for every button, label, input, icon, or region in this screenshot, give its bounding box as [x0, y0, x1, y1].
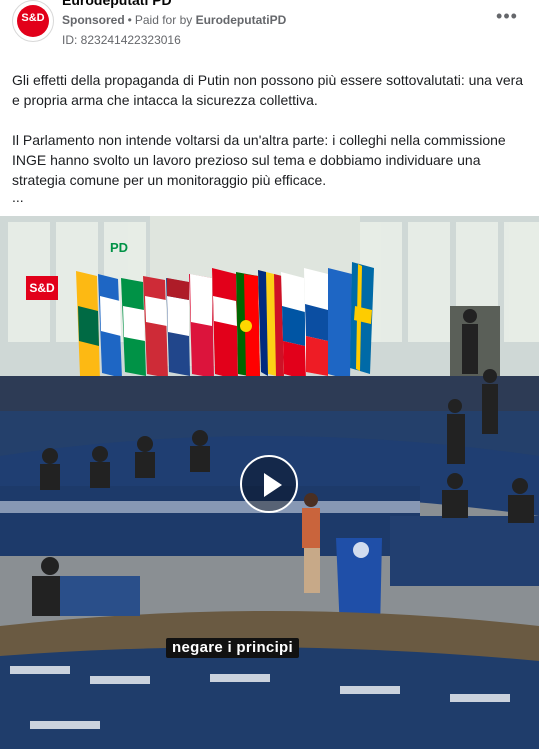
post-paragraph-2: Il Parlamento non intende voltarsi da un…	[12, 132, 506, 188]
post-header: S&D Eurodeputati PD Sponsored • Paid for b…	[0, 0, 539, 56]
play-button[interactable]	[240, 455, 298, 513]
separator-dot: •	[127, 13, 132, 27]
sponsored-label: Sponsored	[62, 13, 125, 27]
paid-for-by-name[interactable]: EurodeputatiPD	[196, 13, 287, 27]
avatar-logo-text: S&D	[21, 12, 45, 24]
sd-logo: S&D	[26, 276, 58, 300]
page-avatar[interactable]: S&D	[12, 0, 54, 42]
video-caption: negare i principi	[166, 638, 299, 658]
page-name-link[interactable]: Eurodeputati PD	[62, 0, 172, 8]
ad-id: ID: 823241422323016	[62, 33, 181, 47]
video-player[interactable]: S&D PD negare i principi	[0, 216, 539, 749]
more-options-button[interactable]: •••	[495, 6, 519, 30]
play-icon	[264, 473, 282, 497]
sponsor-line: Sponsored • Paid for by EurodeputatiPD	[62, 13, 286, 27]
see-more-ellipsis[interactable]: ...	[12, 189, 24, 205]
pd-logo: PD	[110, 240, 129, 255]
post-body: Gli effetti della propaganda di Putin no…	[12, 70, 527, 190]
post-paragraph-1: Gli effetti della propaganda di Putin no…	[12, 72, 524, 108]
more-horizontal-icon: •••	[496, 6, 518, 26]
paid-for-by-prefix: Paid for by	[134, 13, 193, 27]
